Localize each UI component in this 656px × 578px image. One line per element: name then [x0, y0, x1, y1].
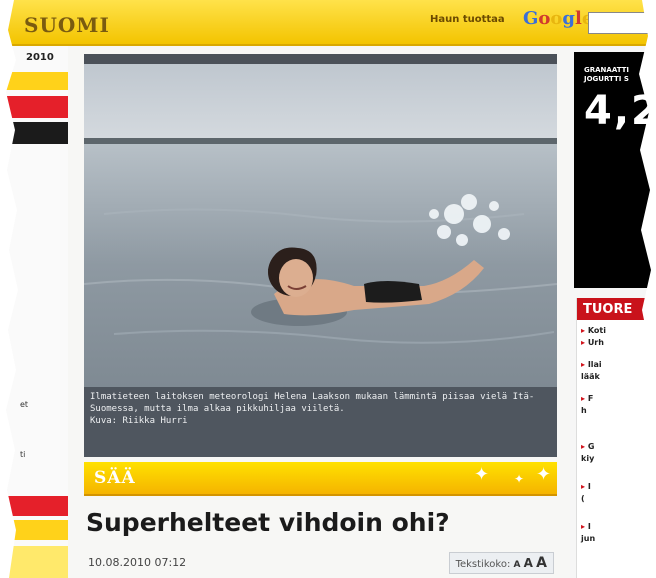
arrow-right-icon: ▸: [581, 338, 586, 347]
text-size-large-button[interactable]: A: [536, 555, 547, 571]
arrow-right-icon: ▸: [581, 442, 586, 451]
article-photo[interactable]: Ilmatieteen laitoksen meteorologi Helena…: [84, 54, 557, 457]
photo-top-strip: [84, 54, 557, 64]
photo-credit: Kuva: Riikka Hurri: [90, 416, 188, 426]
torn-edge-right: [639, 0, 656, 578]
text-size-control: Tekstikoko: A A A: [448, 552, 554, 574]
text-size-label: Tekstikoko:: [455, 559, 511, 570]
arrow-right-icon: ▸: [581, 326, 586, 335]
text-size-medium-button[interactable]: A: [524, 556, 533, 570]
section-band-weather[interactable]: SÄÄ ✦ ✦ ✦: [84, 462, 557, 496]
latest-news-item-line[interactable]: h: [581, 406, 587, 415]
arrow-right-icon: ▸: [581, 482, 586, 491]
article-timestamp: 10.08.2010 07:12: [88, 556, 187, 569]
torn-edge-left: [0, 0, 18, 578]
text-size-small-button[interactable]: A: [514, 560, 521, 570]
article-headline: Superhelteet vihdoin ohi?: [86, 508, 450, 537]
latest-news-item[interactable]: ▸ F: [581, 394, 593, 403]
sparkle-icon: ✦: [474, 464, 490, 485]
latest-news-item-line[interactable]: (: [581, 494, 585, 503]
latest-news-item[interactable]: ▸ G: [581, 442, 594, 451]
sparkle-icon: ✦: [514, 472, 525, 486]
photo-caption-text: Ilmatieteen laitoksen meteorologi Helena…: [90, 392, 535, 414]
arrow-right-icon: ▸: [581, 522, 586, 531]
site-header: SUOMI Haun tuottaa Google: [0, 0, 656, 46]
sparkle-icon: ✦: [536, 464, 552, 485]
latest-news-item[interactable]: ▸ Koti: [581, 326, 606, 335]
site-brand-logo[interactable]: SUOMI: [24, 13, 110, 37]
latest-news-item[interactable]: ▸ I: [581, 482, 591, 491]
search-provider-label: Haun tuottaa: [430, 14, 505, 25]
latest-news-item[interactable]: ▸ Ilai: [581, 360, 602, 369]
arrow-right-icon: ▸: [581, 394, 586, 403]
google-logo: Google: [523, 8, 593, 29]
latest-news-item-line[interactable]: jun: [581, 534, 595, 543]
latest-news-item-line[interactable]: kiy: [581, 454, 594, 463]
photo-caption: Ilmatieteen laitoksen meteorologi Helena…: [84, 387, 557, 457]
swimmer-photo-image: [84, 64, 557, 387]
sidebar-date: 2010: [26, 52, 54, 63]
arrow-right-icon: ▸: [581, 360, 586, 369]
article-meta: 10.08.2010 07:12 Tekstikoko: A A A: [86, 552, 558, 574]
newspaper-page-clipping: SUOMI Haun tuottaa Google 2010 et ti: [0, 0, 656, 578]
latest-news-item-line[interactable]: lääk: [581, 372, 600, 381]
latest-news-item[interactable]: ▸ I: [581, 522, 591, 531]
latest-news-item[interactable]: ▸ Urh: [581, 338, 604, 347]
section-label: SÄÄ: [94, 468, 136, 488]
latest-news-title: TUORE: [583, 302, 633, 317]
